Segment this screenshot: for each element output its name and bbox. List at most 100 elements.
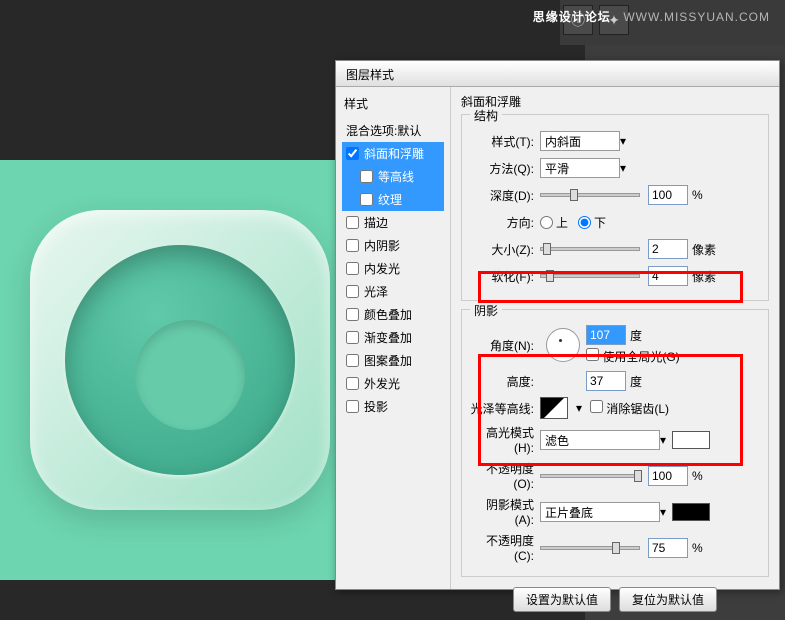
size-unit: 像素 xyxy=(692,241,716,258)
shadow-title: 阴影 xyxy=(470,302,502,319)
style-checkbox[interactable] xyxy=(360,193,373,206)
style-item-label: 光泽 xyxy=(364,283,388,300)
style-item-label: 外发光 xyxy=(364,375,400,392)
highlight-opacity-slider[interactable] xyxy=(540,474,640,478)
gloss-label: 光泽等高线: xyxy=(470,400,540,417)
soften-slider[interactable] xyxy=(540,274,640,278)
style-item[interactable]: 光泽 xyxy=(342,280,444,303)
style-item[interactable]: 内阴影 xyxy=(342,234,444,257)
dialog-title: 图层样式 xyxy=(336,61,779,87)
style-checkbox[interactable] xyxy=(346,239,359,252)
depth-input[interactable] xyxy=(648,185,688,205)
settings-panel: 斜面和浮雕 结构 样式(T): 内斜面 ▾ 方法(Q): 平滑 ▾ 深度(D): xyxy=(451,87,779,589)
style-item[interactable]: 等高线 xyxy=(342,165,444,188)
direction-up[interactable]: 上 xyxy=(540,214,568,231)
antialias-checkbox[interactable]: 消除锯齿(L) xyxy=(590,400,669,417)
method-label: 方法(Q): xyxy=(470,160,540,177)
size-input[interactable] xyxy=(648,239,688,259)
style-checkbox[interactable] xyxy=(346,216,359,229)
opacity-unit2: % xyxy=(692,541,703,555)
style-item[interactable]: 斜面和浮雕 xyxy=(342,142,444,165)
style-item-label: 纹理 xyxy=(378,191,402,208)
angle-input[interactable] xyxy=(586,325,626,345)
highlight-mode-label: 高光模式(H): xyxy=(470,424,540,455)
style-item[interactable]: 图案叠加 xyxy=(342,349,444,372)
dropdown-icon[interactable]: ▾ xyxy=(660,433,666,447)
dropdown-icon[interactable]: ▾ xyxy=(660,505,666,519)
style-select[interactable]: 内斜面 xyxy=(540,131,620,151)
style-item-label: 投影 xyxy=(364,398,388,415)
style-item-label: 斜面和浮雕 xyxy=(364,145,424,162)
style-checkbox[interactable] xyxy=(360,170,373,183)
style-item[interactable]: 内发光 xyxy=(342,257,444,280)
style-item-label: 图案叠加 xyxy=(364,352,412,369)
icon-circle-inner xyxy=(135,320,245,430)
style-item-label: 渐变叠加 xyxy=(364,329,412,346)
style-item[interactable]: 颜色叠加 xyxy=(342,303,444,326)
style-item[interactable]: 描边 xyxy=(342,211,444,234)
dropdown-icon[interactable]: ▾ xyxy=(576,401,582,415)
shadow-opacity-input[interactable] xyxy=(648,538,688,558)
angle-dial[interactable] xyxy=(546,328,580,362)
altitude-label: 高度: xyxy=(470,373,540,390)
highlight-mode-select[interactable]: 滤色 xyxy=(540,430,660,450)
style-checkbox[interactable] xyxy=(346,308,359,321)
style-item-label: 颜色叠加 xyxy=(364,306,412,323)
layer-style-dialog: 图层样式 样式 混合选项:默认 斜面和浮雕等高线纹理描边内阴影内发光光泽颜色叠加… xyxy=(335,60,780,590)
style-checkbox[interactable] xyxy=(346,262,359,275)
depth-unit: % xyxy=(692,188,703,202)
styles-list: 样式 混合选项:默认 斜面和浮雕等高线纹理描边内阴影内发光光泽颜色叠加渐变叠加图… xyxy=(336,87,451,589)
watermark-en: WWW.MISSYUAN.COM xyxy=(623,10,770,24)
watermark-cn: 思缘设计论坛 xyxy=(533,10,611,24)
shadow-color[interactable] xyxy=(672,503,710,521)
angle-unit: 度 xyxy=(630,327,642,344)
shadow-mode-select[interactable]: 正片叠底 xyxy=(540,502,660,522)
style-item-label: 描边 xyxy=(364,214,388,231)
reset-default-button[interactable]: 复位为默认值 xyxy=(619,587,717,612)
method-select[interactable]: 平滑 xyxy=(540,158,620,178)
style-checkbox[interactable] xyxy=(346,354,359,367)
opacity-unit: % xyxy=(692,469,703,483)
style-checkbox[interactable] xyxy=(346,147,359,160)
style-item-label: 等高线 xyxy=(378,168,414,185)
dropdown-icon[interactable]: ▾ xyxy=(620,134,626,148)
shadow-opacity-slider[interactable] xyxy=(540,546,640,550)
size-label: 大小(Z): xyxy=(470,241,540,258)
highlight-color[interactable] xyxy=(672,431,710,449)
highlight-opacity-input[interactable] xyxy=(648,466,688,486)
set-default-button[interactable]: 设置为默认值 xyxy=(513,587,611,612)
style-item[interactable]: 纹理 xyxy=(342,188,444,211)
direction-down[interactable]: 下 xyxy=(578,214,606,231)
icon-circle-outer xyxy=(65,245,295,475)
style-item[interactable]: 渐变叠加 xyxy=(342,326,444,349)
size-slider[interactable] xyxy=(540,247,640,251)
style-checkbox[interactable] xyxy=(346,377,359,390)
style-label: 样式(T): xyxy=(470,133,540,150)
blend-options[interactable]: 混合选项:默认 xyxy=(342,119,444,142)
altitude-unit: 度 xyxy=(630,373,642,390)
styles-header: 样式 xyxy=(342,93,444,114)
depth-slider[interactable] xyxy=(540,193,640,197)
shadow-group: 阴影 角度(N): 度 使用全局光(G) 高度: xyxy=(461,309,769,577)
global-light-checkbox[interactable]: 使用全局光(G) xyxy=(586,348,680,365)
style-checkbox[interactable] xyxy=(346,331,359,344)
soften-input[interactable] xyxy=(648,266,688,286)
style-item[interactable]: 投影 xyxy=(342,395,444,418)
altitude-input[interactable] xyxy=(586,371,626,391)
style-item-label: 内发光 xyxy=(364,260,400,277)
watermark: 思缘设计论坛 WWW.MISSYUAN.COM xyxy=(533,8,770,25)
structure-group: 结构 样式(T): 内斜面 ▾ 方法(Q): 平滑 ▾ 深度(D): % xyxy=(461,114,769,301)
direction-label: 方向: xyxy=(470,214,540,231)
structure-title: 结构 xyxy=(470,107,502,124)
dropdown-icon[interactable]: ▾ xyxy=(620,161,626,175)
gloss-contour[interactable] xyxy=(540,397,568,419)
icon-preview xyxy=(30,210,330,510)
panel-title: 斜面和浮雕 xyxy=(461,93,769,110)
depth-label: 深度(D): xyxy=(470,187,540,204)
highlight-opacity-label: 不透明度(O): xyxy=(470,460,540,491)
style-checkbox[interactable] xyxy=(346,285,359,298)
soften-label: 软化(F): xyxy=(470,268,540,285)
style-checkbox[interactable] xyxy=(346,400,359,413)
style-item[interactable]: 外发光 xyxy=(342,372,444,395)
shadow-opacity-label: 不透明度(C): xyxy=(470,532,540,563)
